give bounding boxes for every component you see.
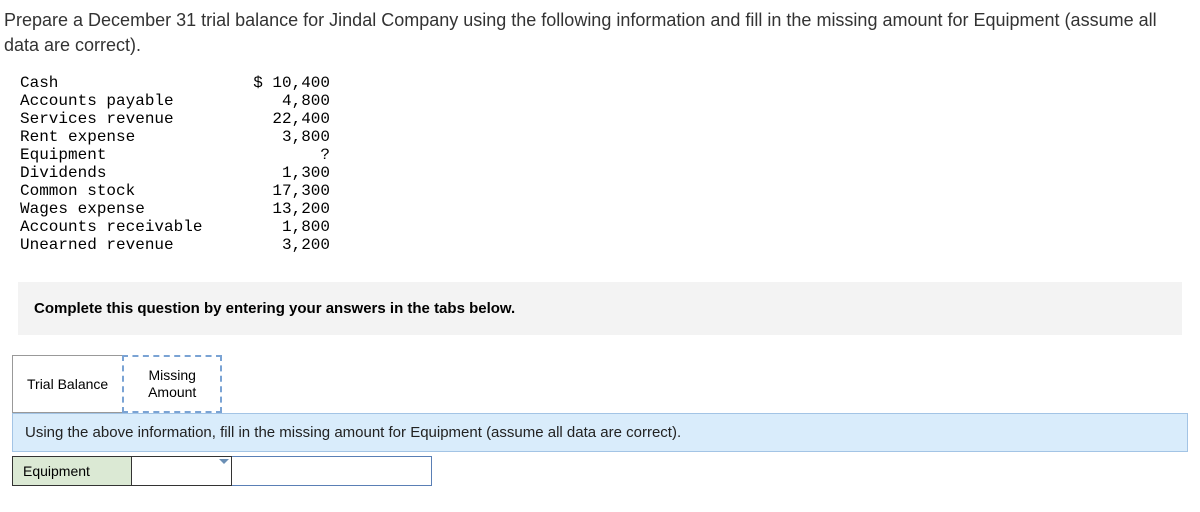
table-row: Common stock 17,300 <box>20 182 1200 200</box>
table-row: Dividends 1,300 <box>20 164 1200 182</box>
table-row: Unearned revenue 3,200 <box>20 236 1200 254</box>
answer-label: Equipment <box>12 456 132 486</box>
account-value: 1,300 <box>230 164 330 182</box>
table-row: Services revenue 22,400 <box>20 110 1200 128</box>
question-text: Prepare a December 31 trial balance for … <box>0 0 1200 74</box>
account-value: ? <box>230 146 330 164</box>
account-list: Cash $ 10,400 Accounts payable 4,800 Ser… <box>0 74 1200 254</box>
account-name: Rent expense <box>20 128 230 146</box>
answer-input[interactable] <box>232 456 432 486</box>
account-value: 4,800 <box>230 92 330 110</box>
account-name: Accounts receivable <box>20 218 230 236</box>
table-row: Cash $ 10,400 <box>20 74 1200 92</box>
tab-missing-amount[interactable]: Missing Amount <box>122 355 222 413</box>
account-value: 3,200 <box>230 236 330 254</box>
tab-trial-balance[interactable]: Trial Balance <box>12 355 122 413</box>
account-name: Cash <box>20 74 230 92</box>
table-row: Wages expense 13,200 <box>20 200 1200 218</box>
account-value: 1,800 <box>230 218 330 236</box>
account-value: 13,200 <box>230 200 330 218</box>
account-name: Services revenue <box>20 110 230 128</box>
answer-dropdown[interactable] <box>132 456 232 486</box>
instruction-bar: Complete this question by entering your … <box>18 282 1182 335</box>
sub-instruction: Using the above information, fill in the… <box>12 413 1188 452</box>
table-row: Accounts receivable 1,800 <box>20 218 1200 236</box>
account-value: 3,800 <box>230 128 330 146</box>
account-value: 22,400 <box>230 110 330 128</box>
table-row: Equipment ? <box>20 146 1200 164</box>
tabs: Trial Balance Missing Amount <box>12 355 1200 413</box>
answer-row: Equipment <box>12 456 1188 486</box>
table-row: Accounts payable 4,800 <box>20 92 1200 110</box>
account-name: Unearned revenue <box>20 236 230 254</box>
account-value: $ 10,400 <box>230 74 330 92</box>
account-name: Accounts payable <box>20 92 230 110</box>
account-name: Common stock <box>20 182 230 200</box>
account-name: Wages expense <box>20 200 230 218</box>
account-name: Equipment <box>20 146 230 164</box>
account-value: 17,300 <box>230 182 330 200</box>
table-row: Rent expense 3,800 <box>20 128 1200 146</box>
account-name: Dividends <box>20 164 230 182</box>
